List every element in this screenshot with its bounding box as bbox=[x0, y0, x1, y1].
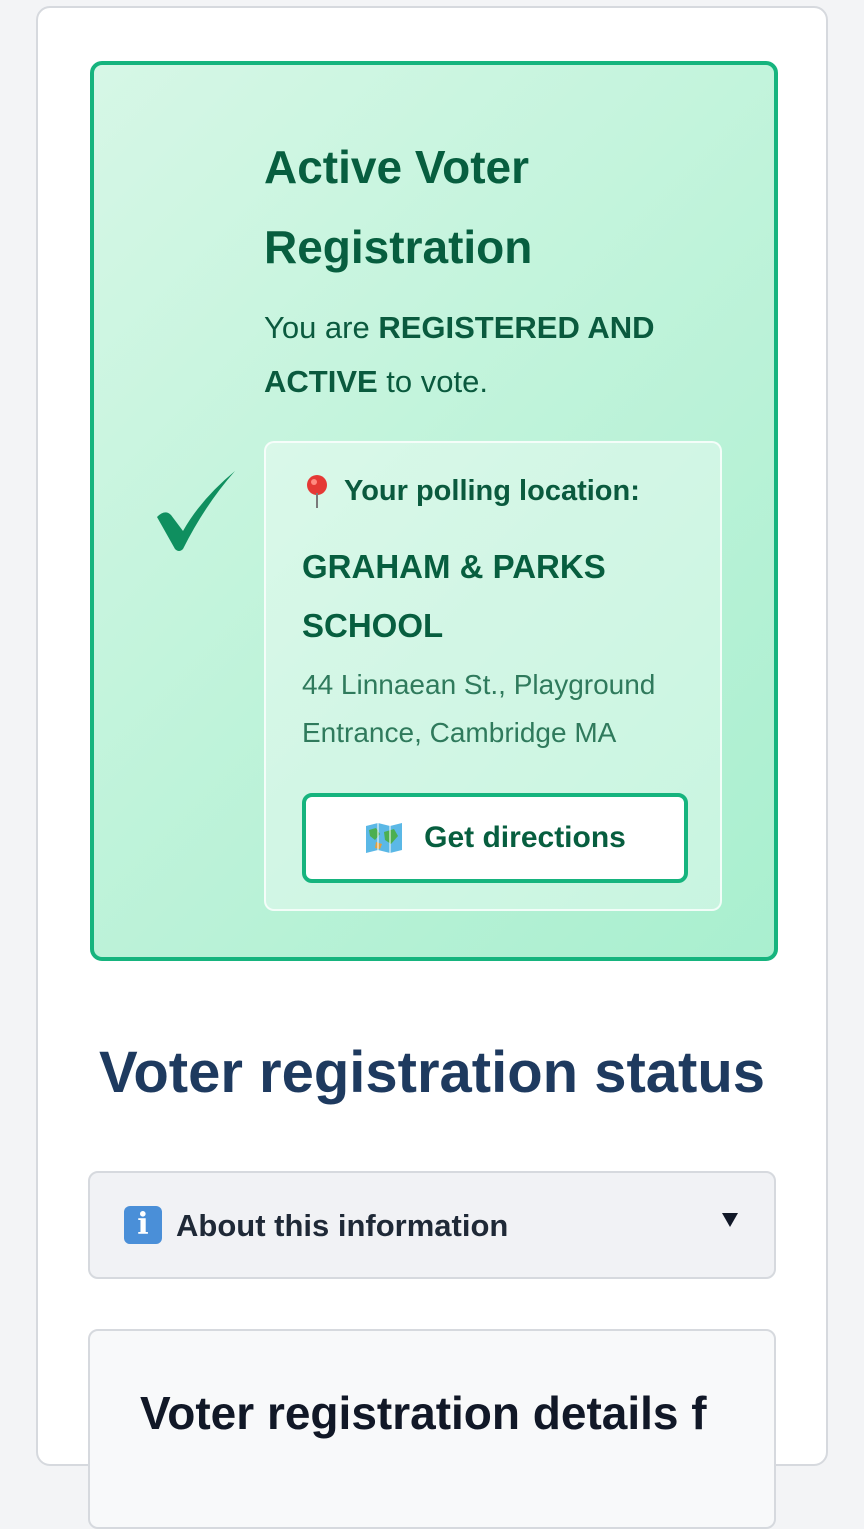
info-icon: i bbox=[124, 1206, 162, 1244]
status-message: You are REGISTERED AND ACTIVE to vote. bbox=[264, 301, 704, 409]
world-map-icon bbox=[366, 823, 403, 853]
about-information-toggle[interactable]: i About this information bbox=[88, 1171, 776, 1279]
polling-location-heading: Your polling location: bbox=[302, 473, 640, 509]
get-directions-button[interactable]: Get directions bbox=[302, 793, 688, 883]
polling-location-name: GRAHAM & PARKS SCHOOL bbox=[302, 548, 606, 644]
chevron-down-icon bbox=[722, 1213, 738, 1227]
status-text-suffix: to vote. bbox=[377, 364, 488, 399]
registration-status-card: Active Voter Registration You are REGIST… bbox=[90, 61, 778, 961]
status-text-prefix: You are bbox=[264, 310, 379, 345]
get-directions-label: Get directions bbox=[424, 821, 626, 854]
checkmark-icon bbox=[157, 471, 235, 551]
polling-location-box: Your polling location: GRAHAM & PARKS SC… bbox=[264, 441, 722, 911]
section-title: Voter registration status bbox=[98, 1040, 766, 1105]
polling-location-heading-label: Your polling location: bbox=[344, 474, 640, 507]
polling-location-address: 44 Linnaean St., Playground Entrance, Ca… bbox=[302, 669, 656, 748]
page-card: Active Voter Registration You are REGIST… bbox=[36, 6, 828, 1529]
registration-details-card: Voter registration details f bbox=[88, 1329, 776, 1529]
about-information-label: About this information bbox=[176, 1208, 509, 1243]
map-pin-icon bbox=[307, 475, 327, 508]
registration-details-title: Voter registration details f bbox=[140, 1387, 707, 1439]
status-title: Active Voter Registration bbox=[264, 141, 533, 273]
